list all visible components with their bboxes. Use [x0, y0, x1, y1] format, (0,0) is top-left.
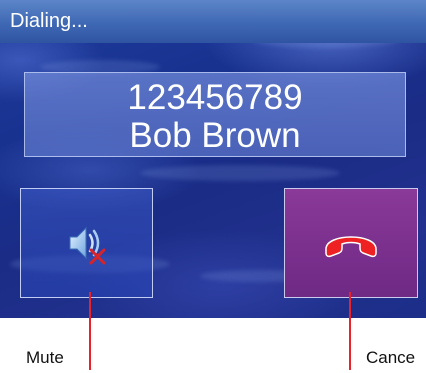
mute-caption: Mute [26, 348, 64, 367]
cancel-caption: Cance [366, 348, 416, 367]
background-streak [140, 165, 340, 181]
hang-up-phone-icon [325, 236, 377, 258]
caller-number: 123456789 [127, 78, 303, 117]
title-bar: Dialing... [0, 0, 426, 43]
speaker-muted-icon [69, 226, 105, 265]
mute-button[interactable] [20, 188, 153, 298]
mute-pointer-line [89, 292, 91, 370]
cancel-call-button[interactable] [284, 188, 418, 298]
caller-name: Bob Brown [129, 116, 301, 155]
dialing-screen: Dialing... 123456789 Bob Brown [0, 0, 426, 318]
cancel-pointer-line [349, 292, 351, 370]
window-title: Dialing... [10, 10, 88, 32]
caller-info-panel: 123456789 Bob Brown [24, 72, 406, 157]
